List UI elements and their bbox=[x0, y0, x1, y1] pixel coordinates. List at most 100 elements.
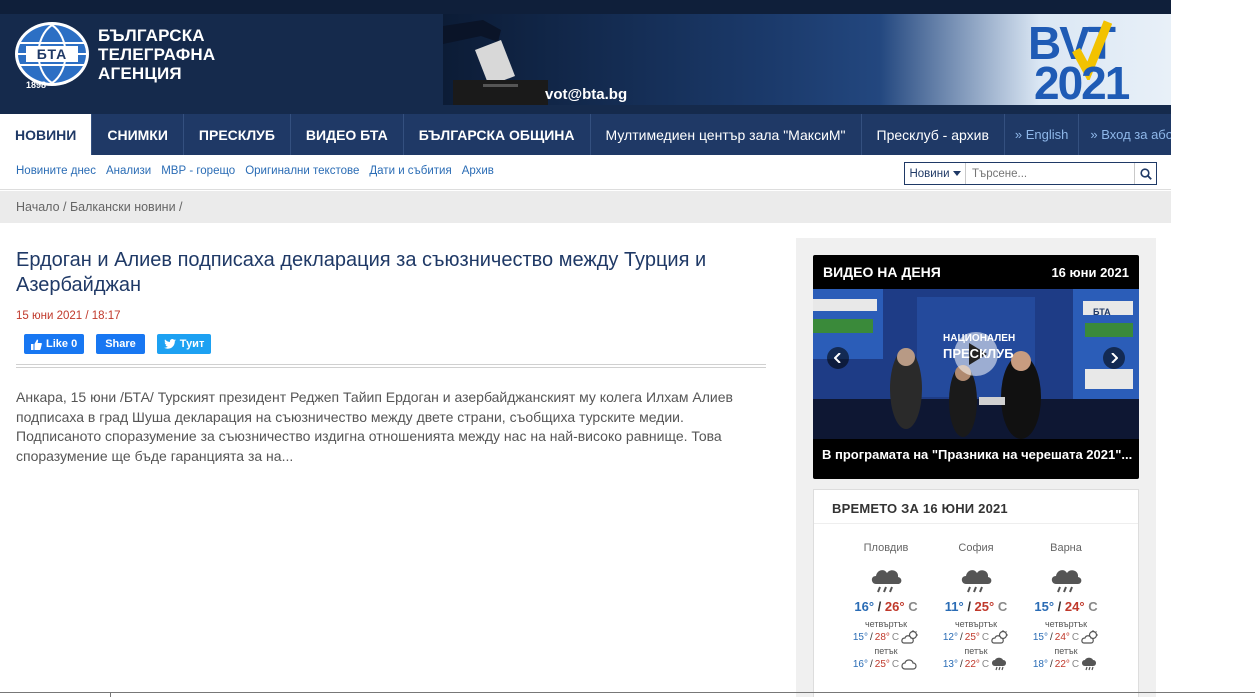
forecast-day-1-temps: 15°/24° С bbox=[1018, 630, 1114, 644]
sun-cloud-icon bbox=[1081, 630, 1099, 644]
rain-cloud-icon bbox=[871, 570, 902, 593]
subnav-item-original-texts[interactable]: Оригинални текстове bbox=[245, 165, 359, 177]
globe-logo-icon: БТА bbox=[14, 21, 90, 87]
article-title: Ердоган и Алиев подписаха декларация за … bbox=[16, 249, 707, 296]
logo-year: 1898 bbox=[26, 80, 47, 90]
header: БТА БЪЛГАРСКА ТЕЛЕГРАФНА АГЕНЦИЯ 1898 vo… bbox=[0, 0, 1171, 114]
page: БТА БЪЛГАРСКА ТЕЛЕГРАФНА АГЕНЦИЯ 1898 vo… bbox=[0, 0, 1255, 697]
video-thumbnail[interactable]: НАЦИОНАЛЕН ПРЕСКЛУБ БТА bbox=[813, 289, 1139, 439]
nav-item-pressclub-archive[interactable]: Пресклуб - архив bbox=[862, 114, 1004, 155]
forecast-day-2: петък bbox=[874, 646, 898, 656]
nav-item-municipality[interactable]: БЪЛГАРСКА ОБЩИНА bbox=[404, 114, 591, 155]
search-bar: Новини bbox=[904, 162, 1157, 185]
search-category-select[interactable]: Новини bbox=[905, 163, 966, 184]
nav-item-multimedia-center[interactable]: Мултимедиен център зала "МаксиМ" bbox=[591, 114, 862, 155]
subnav-item-today[interactable]: Новините днес bbox=[16, 165, 96, 177]
video-prev-button[interactable] bbox=[827, 347, 849, 369]
article-divider bbox=[16, 364, 766, 368]
d1-min: 15° bbox=[1032, 631, 1048, 643]
city-today-temps: 15° / 24° С bbox=[1034, 599, 1098, 614]
facebook-share-button[interactable]: Share bbox=[96, 334, 145, 354]
weather-city-plovdiv: Пловдив 16° / 26° С четвъртък 15°/28° С п… bbox=[838, 542, 934, 671]
share-label: Share bbox=[105, 338, 136, 350]
d2-max: 22° bbox=[1054, 658, 1070, 670]
search-input[interactable] bbox=[966, 163, 1134, 184]
subnav-item-mvr[interactable]: МВР - горещо bbox=[161, 165, 235, 177]
forecast-day-2-temps: 13°/22° С bbox=[928, 657, 1024, 671]
vot-2021-logo: BVT 2021 bbox=[1028, 16, 1168, 105]
page-margin-right bbox=[1171, 0, 1255, 697]
weather-city-sofia: София 11° / 25° С четвъртък 12°/25° С пет… bbox=[928, 542, 1024, 671]
forecast-day-1-temps: 15°/28° С bbox=[838, 630, 934, 644]
video-screen-text-1: НАЦИОНАЛЕН bbox=[943, 333, 1016, 344]
twitter-bird-icon bbox=[163, 339, 176, 349]
article-date: 15 юни 2021 / 18:17 bbox=[16, 310, 121, 322]
today-max: 26° bbox=[884, 599, 905, 614]
logo-line-2: ТЕЛЕГРАФНА bbox=[98, 44, 216, 64]
social-buttons: Like 0 Share Туит bbox=[24, 334, 212, 354]
rain-cloud-icon bbox=[1082, 657, 1097, 671]
weather-title-divider bbox=[814, 523, 1138, 524]
search-category-label: Новини bbox=[909, 167, 950, 180]
city-name: Варна bbox=[1050, 542, 1082, 554]
d1-max: 24° bbox=[1054, 631, 1070, 643]
breadcrumb[interactable]: Начало / Балкански новини / bbox=[16, 200, 183, 214]
press-conference-image bbox=[813, 289, 1139, 439]
chevron-left-icon bbox=[834, 353, 841, 363]
d2-min: 16° bbox=[852, 658, 868, 670]
forecast-day-2: петък bbox=[1054, 646, 1078, 656]
vot-logo-year: 2021 bbox=[1034, 57, 1130, 105]
today-unit: С bbox=[997, 599, 1008, 614]
video-caption[interactable]: В програмата на "Празника на черешата 20… bbox=[822, 447, 1132, 462]
sun-cloud-icon bbox=[901, 630, 919, 644]
weather-city-varna: Варна 15° / 24° С четвъртък 15°/24° С пет… bbox=[1018, 542, 1114, 671]
video-of-the-day[interactable]: ВИДЕО НА ДЕНЯ 16 юни 2021 НАЦИОНАЛЕН ПРЕ… bbox=[813, 255, 1139, 479]
today-min: 16° bbox=[854, 599, 875, 614]
city-name: Пловдив bbox=[863, 542, 909, 554]
today-unit: С bbox=[1088, 599, 1098, 614]
nav-item-pressclub[interactable]: ПРЕСКЛУБ bbox=[184, 114, 291, 155]
today-min: 15° bbox=[1034, 599, 1055, 614]
weather-widget: ВРЕМЕТО ЗА 16 ЮНИ 2021 Пловдив 16° / 26°… bbox=[813, 489, 1139, 697]
today-max: 24° bbox=[1064, 599, 1085, 614]
video-heading: ВИДЕО НА ДЕНЯ bbox=[823, 264, 941, 280]
facebook-like-button[interactable]: Like 0 bbox=[24, 334, 85, 354]
search-button[interactable] bbox=[1134, 163, 1156, 184]
thumbs-up-icon bbox=[31, 339, 42, 350]
election-banner[interactable]: vot@bta.bg BVT 2021 bbox=[443, 14, 1171, 105]
d1-min: 15° bbox=[852, 631, 868, 643]
d2-max: 25° bbox=[874, 658, 890, 670]
nav-item-video[interactable]: ВИДЕО БТА bbox=[291, 114, 404, 155]
subnav-item-dates-events[interactable]: Дати и събития bbox=[369, 165, 451, 177]
nav-english-link[interactable]: » English bbox=[1003, 114, 1078, 155]
nav-item-photos[interactable]: СНИМКИ bbox=[92, 114, 184, 155]
d1-min: 12° bbox=[942, 631, 958, 643]
rain-cloud-icon bbox=[992, 657, 1007, 671]
tweet-button[interactable]: Туит bbox=[156, 334, 212, 354]
d1-unit: С bbox=[981, 631, 990, 643]
video-screen-text-2: ПРЕСКЛУБ bbox=[943, 346, 1014, 361]
banner-email: vot@bta.bg bbox=[545, 86, 628, 103]
nav-item-news[interactable]: НОВИНИ bbox=[0, 114, 93, 155]
today-min: 11° bbox=[944, 599, 964, 614]
site: БТА БЪЛГАРСКА ТЕЛЕГРАФНА АГЕНЦИЯ 1898 vo… bbox=[0, 0, 1200, 697]
subnav-item-analyses[interactable]: Анализи bbox=[106, 165, 151, 177]
forecast-day-2-temps: 16°/25° С bbox=[838, 657, 934, 671]
forecast-day-1-temps: 12°/25° С bbox=[928, 630, 1024, 644]
d2-min: 18° bbox=[1032, 658, 1048, 670]
city-name: София bbox=[958, 542, 994, 554]
sun-cloud-icon bbox=[991, 630, 1009, 644]
subnav-item-archive[interactable]: Архив bbox=[462, 165, 494, 177]
d1-max: 25° bbox=[964, 631, 980, 643]
forecast-day-1: четвъртък bbox=[1044, 619, 1088, 629]
tweet-label: Туит bbox=[179, 338, 205, 350]
search-icon bbox=[1139, 167, 1152, 180]
window-bottom-mark bbox=[110, 692, 111, 697]
d1-unit: С bbox=[891, 631, 900, 643]
d1-unit: С bbox=[1071, 631, 1080, 643]
bta-logo[interactable]: БТА БЪЛГАРСКА ТЕЛЕГРАФНА АГЕНЦИЯ bbox=[14, 14, 234, 94]
d2-min: 13° bbox=[942, 658, 958, 670]
video-next-button[interactable] bbox=[1103, 347, 1125, 369]
d2-unit: С bbox=[1071, 658, 1080, 670]
logo-abbr: БТА bbox=[36, 46, 68, 62]
